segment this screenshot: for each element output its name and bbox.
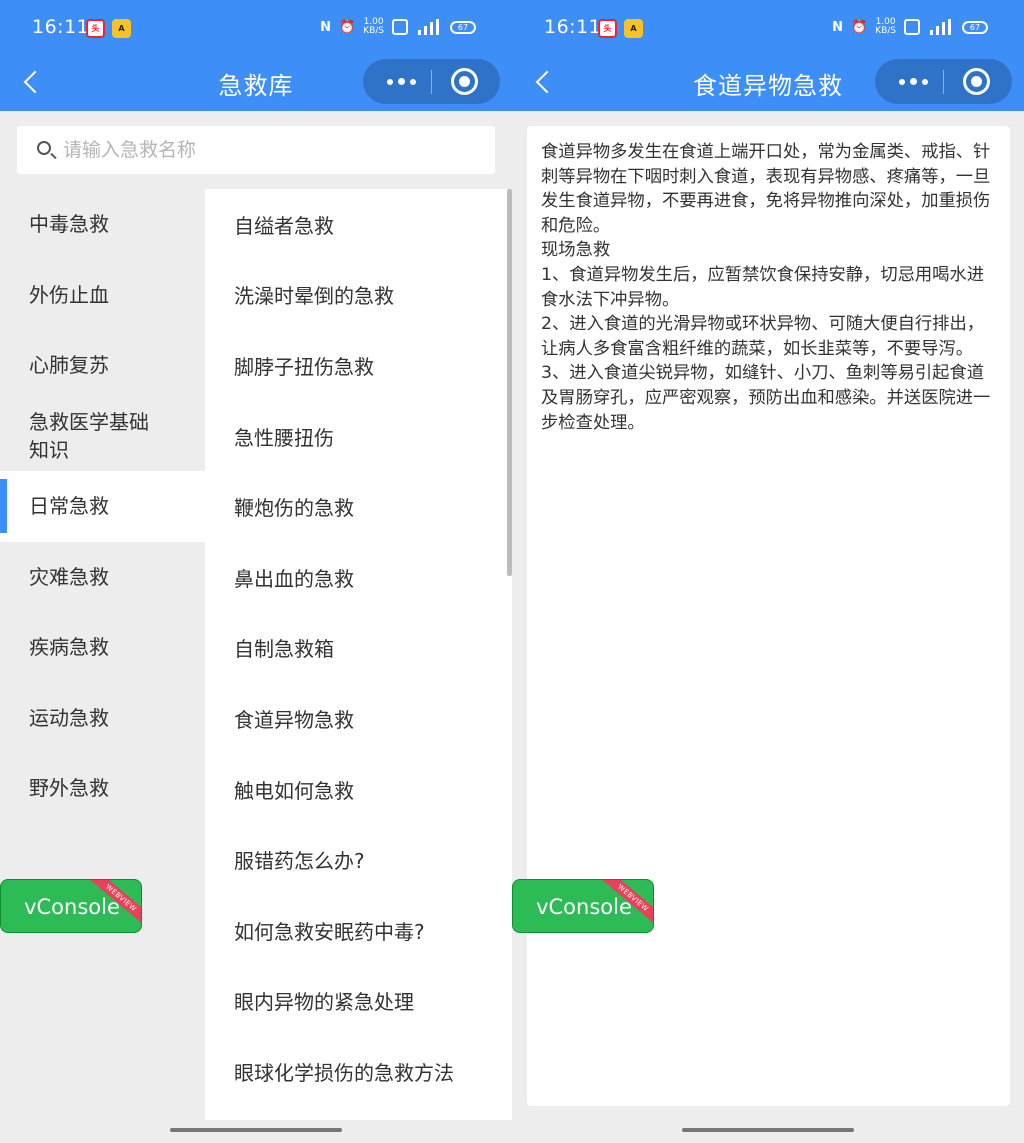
nfc-icon: N [320,19,331,35]
list-item[interactable]: 眼内异物的紧急处理 [205,966,512,1037]
signal-icon [416,19,442,35]
hd-icon [392,19,408,35]
list-item[interactable]: 自制急救箱 [205,613,512,684]
list-item[interactable]: 洗澡时晕倒的急救 [205,260,512,331]
list-item[interactable]: 鞭炮伤的急救 [205,471,512,542]
category-item-basics[interactable]: 急救医学基础知识 [0,401,205,472]
vconsole-button[interactable]: vConsole WEBVIEW [0,879,142,933]
toutiao-app-icon: 头 [86,19,105,38]
home-indicator[interactable] [682,1128,854,1132]
list-item[interactable]: 食道异物急救 [205,683,512,754]
category-list-screen: 16:11 头 A N ⏰ 1.00 KB/S 67 急救库 请输入急救名称 中… [0,0,512,1143]
status-icons: N ⏰ 1.00 KB/S 67 [832,18,988,36]
nfc-icon: N [832,19,843,35]
category-item-daily[interactable]: 日常急救 [0,471,205,542]
list-item[interactable]: 触电如何急救 [205,754,512,825]
category-item-poisoning[interactable]: 中毒急救 [0,189,205,260]
search-input[interactable] [63,126,483,174]
net-speed-unit: KB/S [875,26,896,36]
capsule-divider [943,70,944,94]
app-notification-icon: A [112,19,131,38]
top-bar: 16:11 头 A N ⏰ 1.00 KB/S 67 急救库 [0,0,512,111]
app-notification-icon: A [624,19,643,38]
battery-icon: 67 [450,20,476,34]
article-screen: 16:11 头 A N ⏰ 1.00 KB/S 67 食道异物急救 食道异物多发… [512,0,1024,1143]
category-item-sports[interactable]: 运动急救 [0,683,205,754]
status-bar: 16:11 头 A N ⏰ 1.00 KB/S 67 [0,0,512,56]
top-bar: 16:11 头 A N ⏰ 1.00 KB/S 67 食道异物急救 [512,0,1024,111]
capsule-divider [431,70,432,94]
category-item-cpr[interactable]: 心肺复苏 [0,330,205,401]
list-item[interactable]: 服错药怎么办? [205,824,512,895]
hd-icon [904,19,920,35]
battery-icon: 67 [962,20,988,34]
category-item-bleeding[interactable]: 外伤止血 [0,260,205,331]
category-item-disaster[interactable]: 灾难急救 [0,542,205,613]
more-dots-icon[interactable] [885,59,941,104]
article-body: 食道异物多发生在食道上端开口处，常为金属类、戒指、针刺等异物在下咽时刺入食道，表… [541,142,991,433]
search-icon [37,141,51,155]
home-indicator[interactable] [170,1128,342,1132]
net-speed: 1.00 KB/S [875,18,896,36]
signal-icon [928,19,954,35]
list-item[interactable]: 眼球化学损伤的急救方法 [205,1036,512,1107]
alarm-icon: ⏰ [850,19,868,35]
search-box [17,126,495,174]
close-target-icon[interactable] [963,68,990,95]
list-item[interactable]: 脚脖子扭伤急救 [205,330,512,401]
net-speed: 1.00 KB/S [363,18,384,36]
toutiao-app-icon: 头 [598,19,617,38]
topic-list: 自缢者急救 洗澡时晕倒的急救 脚脖子扭伤急救 急性腰扭伤 鞭炮伤的急救 鼻出血的… [205,189,512,1120]
category-sidebar: 中毒急救 外伤止血 心肺复苏 急救医学基础知识 日常急救 灾难急救 疾病急救 运… [0,189,205,824]
net-speed-unit: KB/S [363,26,384,36]
list-item[interactable]: 鼻出血的急救 [205,542,512,613]
vconsole-button[interactable]: vConsole WEBVIEW [512,879,654,933]
close-target-icon[interactable] [451,68,478,95]
status-time: 16:11 [32,16,90,38]
status-time: 16:11 [544,16,602,38]
more-dots-icon[interactable] [373,59,429,104]
status-bar: 16:11 头 A N ⏰ 1.00 KB/S 67 [512,0,1024,56]
category-item-outdoor[interactable]: 野外急救 [0,753,205,824]
alarm-icon: ⏰ [338,19,356,35]
mini-program-capsule [875,59,1012,104]
list-item[interactable]: 自缢者急救 [205,189,512,260]
article-card: 食道异物多发生在食道上端开口处，常为金属类、戒指、针刺等异物在下咽时刺入食道，表… [527,126,1010,1106]
list-item[interactable]: 如何急救安眠药中毒? [205,895,512,966]
category-item-disease[interactable]: 疾病急救 [0,612,205,683]
list-item[interactable]: 急性腰扭伤 [205,401,512,472]
nav-bar: 食道异物急救 [512,56,1024,111]
status-icons: N ⏰ 1.00 KB/S 67 [320,18,476,36]
nav-bar: 急救库 [0,56,512,111]
mini-program-capsule [363,59,500,104]
